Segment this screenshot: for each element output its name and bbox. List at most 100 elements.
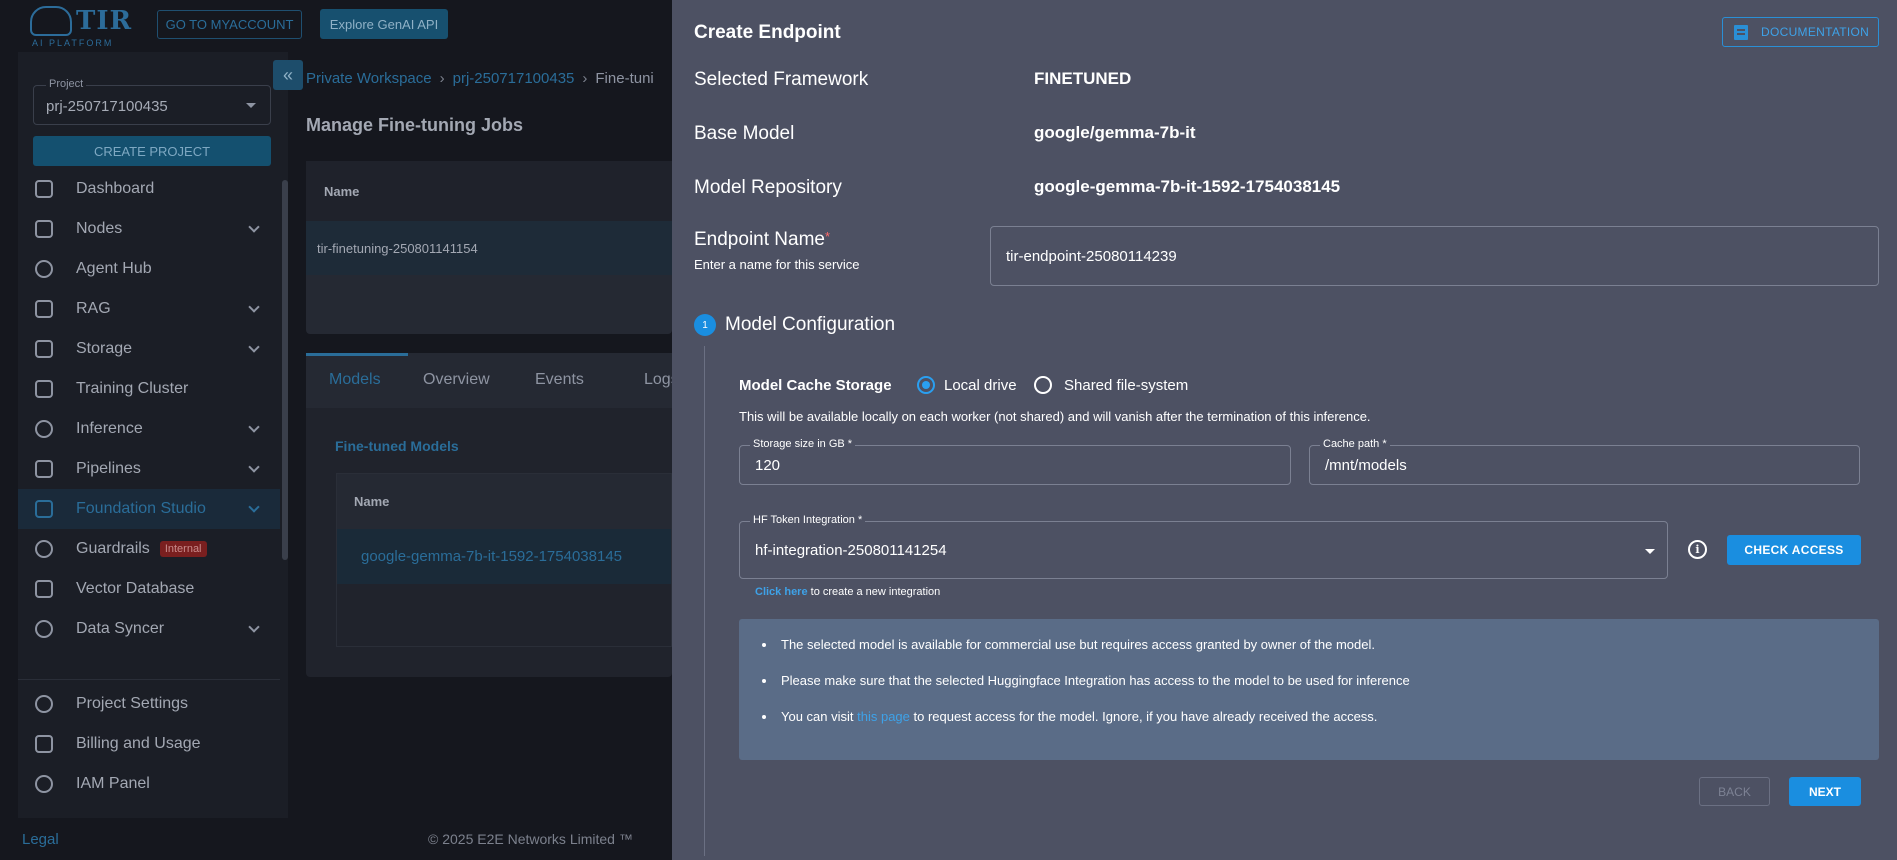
explore-genai-button[interactable]: Explore GenAI API	[320, 9, 448, 39]
sidebar-bottom-nav: Project Settings Billing and Usage IAM P…	[18, 679, 280, 804]
create-integration-text: to create a new integration	[807, 586, 941, 598]
breadcrumb-separator: ›	[439, 70, 445, 87]
inference-icon	[35, 420, 53, 438]
breadcrumb-project[interactable]: prj-250717100435	[453, 70, 575, 87]
sidebar: Project prj-250717100435 CREATE PROJECT …	[18, 52, 288, 818]
documentation-button[interactable]: DOCUMENTATION	[1722, 17, 1879, 47]
sidebar-item-pipelines[interactable]: Pipelines	[18, 449, 280, 489]
chevron-down-icon	[248, 501, 260, 513]
sidebar-item-label: Foundation Studio	[76, 500, 206, 517]
cache-path-value: /mnt/models	[1325, 457, 1407, 474]
sidebar-item-billing[interactable]: Billing and Usage	[18, 724, 280, 764]
storage-icon	[35, 340, 53, 358]
selected-framework-label: Selected Framework	[694, 69, 869, 90]
base-model-value: google/gemma-7b-it	[1034, 123, 1196, 142]
this-page-link[interactable]: this page	[857, 709, 910, 724]
sidebar-item-label: Project Settings	[76, 695, 189, 712]
step-title: Model Configuration	[725, 314, 896, 335]
create-project-button[interactable]: CREATE PROJECT	[33, 136, 271, 166]
guardrails-icon	[35, 540, 53, 558]
legal-link[interactable]: Legal	[22, 831, 59, 848]
page-title: Manage Fine-tuning Jobs	[306, 115, 524, 135]
sidebar-item-data-syncer[interactable]: Data Syncer	[18, 609, 280, 649]
jobs-table-header: Name	[306, 161, 672, 221]
sidebar-item-agent-hub[interactable]: Agent Hub	[18, 249, 280, 289]
go-to-myaccount-button[interactable]: GO TO MYACCOUNT	[157, 10, 302, 39]
tir-logo[interactable]: TIR AI PLATFORM	[30, 4, 140, 48]
notice-text: to request access for the model. Ignore,…	[909, 709, 1378, 724]
foundation-studio-icon	[35, 500, 53, 518]
sidebar-item-label: Training Cluster	[76, 380, 189, 397]
tab-models[interactable]: Models	[329, 371, 381, 389]
sidebar-item-dashboard[interactable]: Dashboard	[18, 169, 280, 209]
tab-events[interactable]: Events	[535, 371, 584, 389]
sidebar-scrollbar[interactable]	[282, 180, 288, 560]
shared-file-system-label[interactable]: Shared file-system	[1064, 377, 1188, 394]
sidebar-item-vector-database[interactable]: Vector Database	[18, 569, 280, 609]
hf-token-integration-select[interactable]: HF Token Integration * hf-integration-25…	[739, 514, 1668, 579]
cache-path-input[interactable]: Cache path * /mnt/models	[1309, 438, 1860, 485]
sidebar-item-training-cluster[interactable]: Training Cluster	[18, 369, 280, 409]
sidebar-item-label: Storage	[76, 340, 133, 357]
sidebar-item-label: Inference	[76, 420, 143, 437]
breadcrumb-workspace[interactable]: Private Workspace	[306, 70, 432, 87]
project-select[interactable]: Project prj-250717100435	[33, 78, 271, 125]
tabs-bar: Models Overview Events Logs	[306, 353, 679, 408]
create-endpoint-drawer: Create Endpoint DOCUMENTATION Selected F…	[672, 0, 1897, 860]
info-icon[interactable]: i	[1688, 540, 1707, 559]
click-here-link[interactable]: Click here	[755, 586, 808, 598]
drawer-title: Create Endpoint	[694, 22, 841, 43]
internal-badge: Internal	[159, 541, 207, 557]
sidebar-item-label: Pipelines	[76, 460, 141, 477]
tab-overview[interactable]: Overview	[423, 371, 490, 389]
sidebar-nav: Dashboard Nodes Agent Hub RAG Storage Tr…	[18, 169, 280, 649]
notice-item: The selected model is available for comm…	[777, 633, 1410, 669]
sidebar-item-label: Guardrails	[76, 540, 150, 557]
breadcrumb-current: Fine-tuni	[595, 70, 654, 87]
sidebar-item-inference[interactable]: Inference	[18, 409, 280, 449]
logo-text: TIR	[76, 6, 133, 36]
hf-token-label: HF Token Integration *	[750, 514, 866, 526]
model-repository-value: google-gemma-7b-it-1592-1754038145	[1034, 177, 1341, 196]
sidebar-item-storage[interactable]: Storage	[18, 329, 280, 369]
step-number: 1	[694, 314, 716, 336]
rag-icon	[35, 300, 53, 318]
base-model-label: Base Model	[694, 123, 795, 144]
pipelines-icon	[35, 460, 53, 478]
sidebar-item-foundation-studio[interactable]: Foundation Studio	[18, 489, 280, 529]
chevron-down-icon	[248, 221, 260, 233]
models-table-header: Name	[337, 474, 671, 529]
table-row[interactable]: google-gemma-7b-it-1592-1754038145	[337, 529, 671, 584]
sidebar-item-project-settings[interactable]: Project Settings	[18, 684, 280, 724]
check-access-button[interactable]: CHECK ACCESS	[1727, 535, 1861, 565]
document-icon	[1734, 25, 1748, 40]
chevron-down-icon	[248, 421, 260, 433]
next-button[interactable]: NEXT	[1789, 777, 1861, 806]
shared-file-system-radio[interactable]	[1034, 376, 1052, 394]
cache-path-label: Cache path *	[1320, 438, 1390, 450]
sidebar-item-rag[interactable]: RAG	[18, 289, 280, 329]
model-repository-label: Model Repository	[694, 177, 842, 198]
local-drive-label[interactable]: Local drive	[944, 377, 1017, 394]
selected-framework-value: FINETUNED	[1034, 69, 1132, 88]
endpoint-name-input[interactable]: tir-endpoint-25080114239	[990, 226, 1879, 286]
storage-size-input[interactable]: Storage size in GB * 120	[739, 438, 1291, 485]
back-button[interactable]: BACK	[1699, 777, 1770, 806]
documentation-label: DOCUMENTATION	[1761, 25, 1870, 39]
table-row[interactable]: tir-finetuning-250801141154	[306, 221, 672, 275]
project-select-value: prj-250717100435	[46, 98, 168, 115]
sidebar-item-nodes[interactable]: Nodes	[18, 209, 280, 249]
notice-item: You can visit this page to request acces…	[777, 705, 1410, 741]
cloud-logo-icon	[30, 6, 72, 36]
sidebar-item-guardrails[interactable]: Guardrails Internal	[18, 529, 280, 569]
sidebar-item-label: Vector Database	[76, 580, 195, 597]
collapse-sidebar-button[interactable]: «	[273, 60, 303, 90]
models-table: Name google-gemma-7b-it-1592-1754038145	[336, 473, 672, 647]
chevron-down-icon	[248, 341, 260, 353]
required-marker: *	[824, 229, 831, 244]
create-integration-hint: Click here to create a new integration	[755, 586, 940, 598]
sidebar-item-label: Billing and Usage	[76, 735, 201, 752]
chevron-down-icon	[248, 301, 260, 313]
local-drive-radio[interactable]	[917, 376, 935, 394]
sidebar-item-iam-panel[interactable]: IAM Panel	[18, 764, 280, 804]
